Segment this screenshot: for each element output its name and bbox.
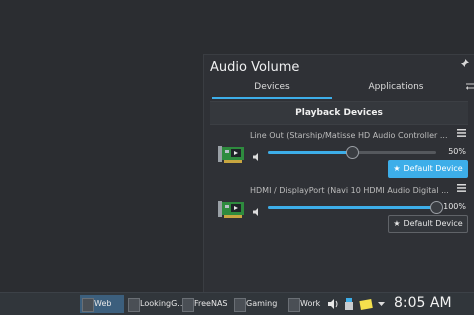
desktop-label: FreeNAS [194,299,228,308]
speaker-icon[interactable] [252,147,262,161]
tab-bar: Devices Applications [210,79,474,99]
volume-percent: 50% [448,147,466,156]
pin-icon[interactable] [460,59,469,71]
volume-slider[interactable] [268,201,443,214]
clock[interactable]: 8:05 AM [394,295,452,311]
usb-drive-icon[interactable] [344,296,354,315]
hamburger-menu-icon[interactable] [457,184,466,195]
taskbar: Web LookingG... FreeNAS Gaming Work 8:05… [0,292,474,315]
configure-icon[interactable] [466,81,474,94]
star-icon: ★ [393,164,401,173]
volume-slider-handle[interactable] [346,146,359,159]
sound-card-icon [218,199,244,219]
default-device-button[interactable]: ★ Default Device [388,160,468,178]
tab-devices[interactable]: Devices [210,79,334,99]
device-name: HDMI / DisplayPort (Navi 10 HDMI Audio D… [250,186,449,195]
default-device-label: Default Device [403,164,463,173]
tab-applications-label: Applications [368,82,424,92]
volume-slider-fill [268,206,436,209]
speaker-icon[interactable] [252,202,262,216]
desktop-freenas[interactable]: FreeNAS [180,295,230,313]
active-tab-indicator [212,97,332,99]
volume-slider-fill [268,151,352,154]
desktop-web[interactable]: Web [80,295,124,313]
volume-percent: 100% [443,202,466,211]
desktop-label: LookingG... [140,299,185,308]
popup-title: Audio Volume [210,60,300,75]
notes-icon[interactable] [359,296,373,315]
audio-volume-popup: Audio Volume Devices Applications Playba… [203,54,474,293]
default-device-label: Default Device [403,219,463,228]
desktop-work[interactable]: Work [286,295,324,313]
volume-slider[interactable] [268,146,436,159]
desktop-label: Work [300,299,321,308]
device-name: Line Out (Starship/Matisse HD Audio Cont… [250,131,448,140]
tab-devices-label: Devices [254,82,290,92]
volume-slider-handle[interactable] [430,201,443,214]
device-row: Line Out (Starship/Matisse HD Audio Cont… [210,128,468,182]
chevron-down-icon[interactable] [377,296,386,315]
section-header-playback: Playback Devices [210,101,468,125]
desktop-gaming[interactable]: Gaming [232,295,284,313]
star-icon: ★ [393,219,401,228]
device-row: HDMI / DisplayPort (Navi 10 HDMI Audio D… [210,183,468,237]
desktop-lookingglass[interactable]: LookingG... [126,295,185,313]
sound-card-icon [218,144,244,164]
desktop-label: Gaming [246,299,278,308]
volume-tray-icon[interactable] [327,296,339,315]
hamburger-menu-icon[interactable] [457,129,466,140]
default-device-button[interactable]: ★ Default Device [388,215,468,233]
tab-applications[interactable]: Applications [334,79,458,99]
desktop-label: Web [94,299,112,308]
